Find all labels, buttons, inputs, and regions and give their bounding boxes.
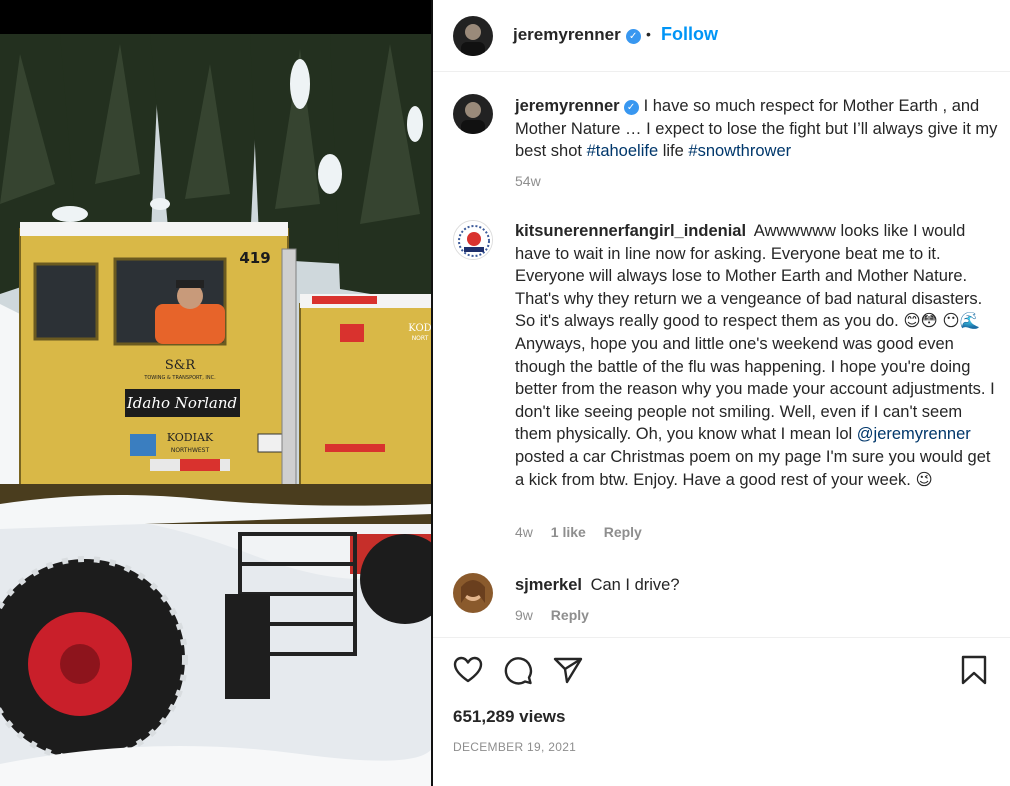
comment-meta: 9w Reply [515,607,603,623]
truck-number: 419 [239,249,270,267]
comments-list[interactable]: jeremyrenner ✓ I have so much respect for … [433,72,1010,638]
follow-button[interactable]: Follow [661,24,718,45]
separator-dot: • [646,26,651,42]
commenter-avatar[interactable] [453,220,493,260]
reply-button[interactable]: Reply [604,524,642,540]
svg-text:TOWING & TRANSPORT, INC.: TOWING & TRANSPORT, INC. [143,375,216,381]
reply-button[interactable]: Reply [551,607,589,623]
truck-logo-text: S&R [165,358,196,373]
verified-badge-icon: ✓ [623,100,639,115]
svg-text:KOD: KOD [408,323,431,334]
media-image: Idaho Norland S&R TOWING & TRANSPORT, IN… [0,34,432,786]
caption-username[interactable]: jeremyrenner [515,97,620,115]
share-icon[interactable] [552,654,584,686]
action-bar [433,640,1010,700]
caption-meta: 54w [515,173,555,189]
hashtag-tahoelife[interactable]: #tahoelife [587,142,659,160]
post-date: DECEMBER 19, 2021 [453,740,577,754]
author-avatar[interactable] [453,16,493,56]
caption-time: 54w [515,173,541,189]
caption-avatar[interactable] [453,94,493,134]
comment-icon[interactable] [502,654,534,686]
bookmark-icon[interactable] [958,654,990,686]
comment-text: kitsunerennerfangirl_indenial Awwwwww lo… [515,222,995,489]
mention-link[interactable]: @jeremyrenner [857,425,971,443]
svg-text:KODIAK: KODIAK [167,431,214,444]
comment-time: 9w [515,607,533,623]
media-top-bar [0,0,432,34]
verified-badge-icon: ✓ [625,29,641,44]
post-header: jeremyrenner ✓ • Follow [433,0,1010,72]
hashtag-snowthrower[interactable]: #snowthrower [688,142,791,160]
post-side-panel: jeremyrenner ✓ • Follow jeremyrenner ✓ I ha… [433,0,1010,786]
commenter-avatar[interactable] [453,573,493,613]
svg-text:NORT: NORT [412,335,429,342]
svg-text:NORTHWEST: NORTHWEST [171,447,210,454]
post-media[interactable]: Idaho Norland S&R TOWING & TRANSPORT, IN… [0,0,432,786]
comment-time: 4w [515,524,533,540]
commenter-username[interactable]: sjmerkel [515,576,582,594]
view-count[interactable]: 651,289 views [453,707,565,727]
truck-sign-text: Idaho Norland [126,394,237,412]
caption-text: jeremyrenner ✓ I have so much respect for … [515,97,998,161]
comment-likes-button[interactable]: 1 like [551,524,586,540]
author-username[interactable]: jeremyrenner ✓ [513,25,641,45]
comment-text: sjmerkel Can I drive? [515,576,680,594]
heart-icon[interactable] [452,654,484,686]
comment-meta: 4w 1 like Reply [515,524,656,540]
commenter-username[interactable]: kitsunerennerfangirl_indenial [515,222,746,240]
